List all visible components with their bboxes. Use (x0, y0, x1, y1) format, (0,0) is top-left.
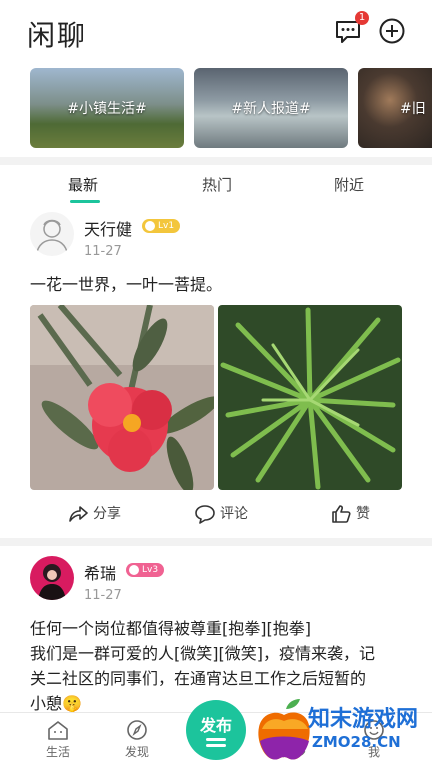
watermark: 知末游戏网 ZMO28.CN (256, 695, 432, 768)
post-text-line: 关二社区的同事们，在通宵达旦工作之后短暂的 (30, 669, 367, 688)
nav-item-discover[interactable]: 发现 (107, 719, 167, 760)
topic-card-newcomer[interactable]: #新人报道# (194, 68, 348, 148)
tab-latest[interactable]: 最新 (68, 174, 98, 195)
watermark-cn: 知末游戏网 (308, 707, 419, 732)
tab-nearby[interactable]: 附近 (334, 174, 364, 195)
comment-icon (195, 505, 215, 524)
nav-item-life[interactable]: 生活 (28, 719, 88, 760)
watermark-en: ZMO28.CN (312, 733, 401, 751)
like-label: 赞 (356, 506, 370, 522)
publish-button[interactable]: 发布 (186, 700, 246, 760)
active-tab-indicator (70, 200, 100, 203)
header: 闲聊 1 (0, 0, 432, 62)
thumbs-up-icon (332, 505, 351, 523)
post-text-line: 任何一个岗位都值得被尊重[抱拳][抱拳] (30, 619, 311, 638)
username[interactable]: 天行健 (84, 216, 132, 240)
post-date: 11-27 (84, 588, 122, 603)
nav-label: 发现 (124, 745, 149, 759)
compass-icon (127, 720, 147, 740)
star-icon (129, 565, 139, 575)
app-screen: 闲聊 1 #小镇生活# #新人报道# #旧 最新 热门 附近 天行健 Lv1 1… (0, 0, 432, 768)
share-icon (69, 506, 88, 522)
publish-bar (206, 738, 226, 741)
level-badge: Lv1 (142, 219, 181, 233)
post-image-plant[interactable] (218, 305, 402, 490)
post-text: 一花一世界，一叶一菩提。 (30, 275, 223, 294)
avatar[interactable] (30, 212, 74, 256)
post-image-flower[interactable] (30, 305, 214, 490)
comment-label: 评论 (220, 506, 248, 522)
topic-label: #新人报道# (231, 101, 311, 117)
nav-label: 生活 (45, 745, 70, 759)
share-label: 分享 (93, 506, 121, 522)
topic-card-food[interactable]: #旧 (358, 68, 432, 148)
feed-tabs: 最新 热门 附近 (0, 164, 432, 204)
apple-logo-icon (258, 699, 310, 760)
level-label: Lv3 (142, 565, 159, 575)
topic-card-town-life[interactable]: #小镇生活# (30, 68, 184, 148)
publish-bar (206, 744, 226, 747)
topic-carousel: #小镇生活# #新人报道# #旧 (0, 68, 432, 150)
username[interactable]: 希瑞 (84, 560, 116, 584)
level-badge: Lv3 (126, 563, 165, 577)
publish-label: 发布 (199, 716, 232, 735)
divider (0, 538, 432, 546)
star-icon (145, 221, 155, 231)
level-label: Lv1 (158, 221, 175, 231)
avatar[interactable] (30, 556, 74, 600)
topic-label: #旧 (400, 101, 426, 117)
page-title: 闲聊 (27, 19, 88, 52)
home-icon (48, 721, 68, 740)
topic-label: #小镇生活# (67, 101, 147, 117)
tab-hot[interactable]: 热门 (202, 174, 232, 195)
post-text-line: 我们是一群可爱的人[微笑][微笑]，疫情来袭，记 (30, 644, 375, 663)
message-badge: 1 (355, 11, 369, 25)
post-date: 11-27 (84, 244, 122, 259)
add-icon[interactable] (377, 16, 407, 46)
